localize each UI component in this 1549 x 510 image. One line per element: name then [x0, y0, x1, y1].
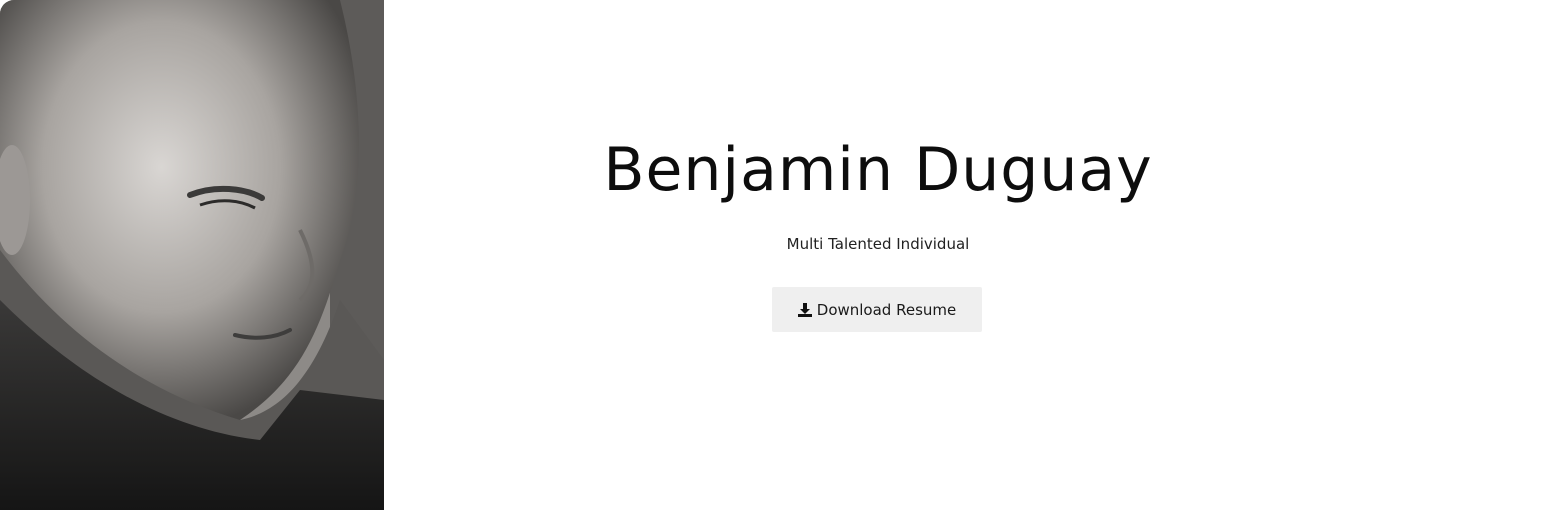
profile-photo — [0, 0, 384, 510]
page: Benjamin Duguay Multi Talented Individua… — [0, 0, 1549, 510]
profile-name: Benjamin Duguay — [603, 135, 1153, 205]
hero-section: Benjamin Duguay Multi Talented Individua… — [384, 0, 1372, 510]
portrait-image — [0, 0, 384, 510]
download-icon — [797, 302, 812, 317]
profile-tagline: Multi Talented Individual — [786, 235, 970, 253]
download-resume-button[interactable]: Download Resume — [772, 287, 982, 332]
download-resume-label: Download Resume — [816, 300, 957, 319]
